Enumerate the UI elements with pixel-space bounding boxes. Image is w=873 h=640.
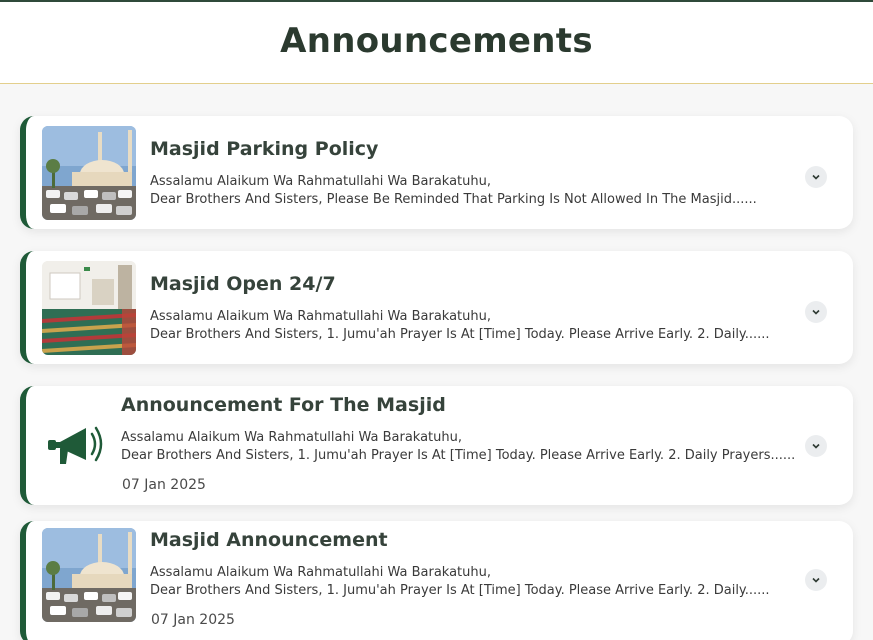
- announcement-card[interactable]: Masjid Open 24/7 Assalamu Alaikum Wa Rah…: [20, 251, 853, 364]
- chevron-down-icon: [812, 577, 820, 583]
- announcement-title: Masjid Parking Policy: [150, 138, 379, 160]
- announcement-title: Masjid Open 24/7: [150, 273, 336, 295]
- announcement-greeting: Assalamu Alaikum Wa Rahmatullahi Wa Bara…: [150, 174, 492, 189]
- announcement-date: 07 Jan 2025: [122, 477, 206, 493]
- announcement-title: Announcement For The Masjid: [121, 394, 446, 416]
- expand-chevron-button[interactable]: [805, 166, 827, 188]
- mosque-exterior-image: [42, 528, 136, 622]
- expand-chevron-button[interactable]: [805, 569, 827, 591]
- mosque-exterior-image: [42, 126, 136, 220]
- chevron-down-icon: [812, 443, 820, 449]
- chevron-down-icon: [812, 174, 820, 180]
- megaphone-icon: [46, 416, 106, 476]
- page-title: Announcements: [280, 20, 593, 61]
- announcement-greeting: Assalamu Alaikum Wa Rahmatullahi Wa Bara…: [150, 309, 492, 324]
- announcement-greeting: Assalamu Alaikum Wa Rahmatullahi Wa Bara…: [121, 430, 463, 445]
- page-header: Announcements: [0, 2, 873, 84]
- announcement-card[interactable]: Masjid Parking Policy Assalamu Alaikum W…: [20, 116, 853, 229]
- announcement-title: Masjid Announcement: [150, 529, 388, 551]
- announcement-greeting: Assalamu Alaikum Wa Rahmatullahi Wa Bara…: [150, 565, 492, 580]
- prayer-hall-image: [42, 261, 136, 355]
- chevron-down-icon: [812, 309, 820, 315]
- announcement-excerpt: Dear Brothers And Sisters, 1. Jumu'ah Pr…: [150, 327, 770, 342]
- announcement-card[interactable]: Masjid Announcement Assalamu Alaikum Wa …: [20, 521, 853, 640]
- expand-chevron-button[interactable]: [805, 301, 827, 323]
- announcement-excerpt: Dear Brothers And Sisters, 1. Jumu'ah Pr…: [121, 448, 796, 463]
- announcement-card[interactable]: Announcement For The Masjid Assalamu Ala…: [20, 386, 853, 505]
- announcement-date: 07 Jan 2025: [151, 612, 235, 628]
- announcement-excerpt: Dear Brothers And Sisters, Please Be Rem…: [150, 192, 757, 207]
- expand-chevron-button[interactable]: [805, 435, 827, 457]
- announcement-excerpt: Dear Brothers And Sisters, 1. Jumu'ah Pr…: [150, 583, 770, 598]
